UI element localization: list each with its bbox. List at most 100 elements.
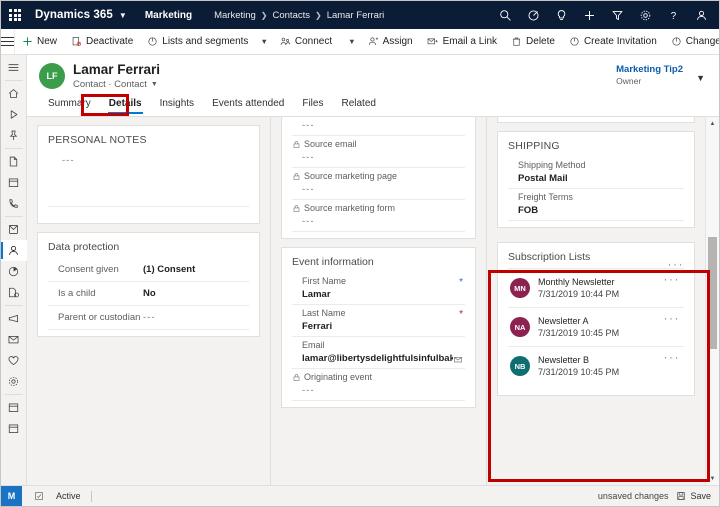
rail-forms-icon[interactable] bbox=[1, 282, 27, 303]
rail-activity-icon[interactable] bbox=[1, 219, 27, 240]
add-icon[interactable] bbox=[575, 1, 603, 29]
account-icon[interactable] bbox=[687, 1, 715, 29]
brand-chevron-down-icon[interactable]: ▼ bbox=[119, 11, 127, 20]
list-item[interactable]: NA Newsletter A 7/31/2019 10:45 PM ··· bbox=[508, 307, 684, 346]
tab-details[interactable]: Details bbox=[100, 94, 151, 116]
scroll-down-arrow-icon[interactable]: ▼ bbox=[706, 472, 719, 485]
list-item[interactable]: MN Monthly Newsletter 7/31/2019 10:44 PM… bbox=[508, 268, 684, 307]
change-password-label: Change Password bbox=[685, 36, 720, 47]
deactivate-button[interactable]: Deactivate bbox=[64, 29, 140, 54]
rail-recent-icon[interactable] bbox=[1, 104, 27, 125]
new-button-label: New bbox=[37, 36, 58, 47]
rail-events-icon[interactable] bbox=[1, 397, 27, 418]
list-item-overflow-button[interactable]: ··· bbox=[664, 273, 681, 285]
rail-hamburger-menu-icon[interactable] bbox=[1, 57, 27, 78]
settings-gear-icon[interactable] bbox=[631, 1, 659, 29]
rail-segments-icon[interactable] bbox=[1, 261, 27, 282]
rail-campaign-icon[interactable] bbox=[1, 308, 27, 329]
app-launcher-icon[interactable] bbox=[1, 1, 29, 29]
record-subtitle-chevron-down-icon[interactable]: ▼ bbox=[151, 81, 158, 88]
connect-button[interactable]: Connect bbox=[273, 29, 339, 54]
owner-name[interactable]: Marketing Tip2 bbox=[616, 64, 683, 75]
breadcrumb-item-current[interactable]: Lamar Ferrari bbox=[327, 10, 385, 21]
source-marketing-page-label-row: Source marketing page bbox=[292, 171, 465, 181]
status-refresh-icon[interactable] bbox=[34, 491, 44, 501]
breadcrumb-item-contacts[interactable]: Contacts bbox=[273, 10, 311, 21]
subscription-lists-overflow-button[interactable]: ··· bbox=[668, 258, 685, 270]
source-marketing-page-label: Source marketing page bbox=[304, 171, 398, 181]
field-first-name[interactable]: First Name * Lamar bbox=[292, 273, 465, 305]
field-source-email[interactable]: Source email --- bbox=[292, 136, 465, 168]
connect-chevron-down-icon[interactable]: ▼ bbox=[343, 37, 360, 46]
record-header: LF Lamar Ferrari Contact · Contact ▼ Mar… bbox=[27, 55, 719, 117]
record-subtitle-label: Contact · Contact bbox=[73, 79, 147, 90]
list-item-overflow-button[interactable]: ··· bbox=[664, 312, 681, 324]
rail-phone-icon[interactable] bbox=[1, 193, 27, 214]
field-last-name[interactable]: Last Name * Ferrari bbox=[292, 305, 465, 337]
assistant-icon[interactable] bbox=[519, 1, 547, 29]
rail-contacts-icon[interactable] bbox=[1, 240, 27, 261]
field-source-marketing-form[interactable]: Source marketing form --- bbox=[292, 200, 465, 232]
lists-and-segments-button[interactable]: Lists and segments bbox=[140, 29, 255, 54]
tab-events-attended[interactable]: Events attended bbox=[203, 94, 293, 116]
lists-and-segments-chevron-down-icon[interactable]: ▼ bbox=[255, 37, 272, 46]
owner-chevron-down-icon[interactable]: ▼ bbox=[696, 73, 705, 83]
field-source-marketing-page[interactable]: Source marketing page --- bbox=[292, 168, 465, 200]
lightbulb-icon[interactable] bbox=[547, 1, 575, 29]
trash-icon bbox=[512, 37, 521, 46]
tab-details-label: Details bbox=[108, 98, 142, 109]
app-name-label: Marketing bbox=[144, 9, 193, 21]
filter-icon[interactable] bbox=[603, 1, 631, 29]
is-a-child-label: Is a child bbox=[58, 288, 96, 299]
assign-button[interactable]: Assign bbox=[361, 29, 420, 54]
field-email[interactable]: Email lamar@libertysdelightfulsinfulbake… bbox=[292, 337, 465, 369]
rail-home-icon[interactable] bbox=[1, 83, 27, 104]
email-a-link-label: Email a Link bbox=[442, 36, 498, 47]
rail-lifecycle-icon[interactable] bbox=[1, 371, 27, 392]
breadcrumb-item-marketing[interactable]: Marketing bbox=[214, 10, 256, 21]
rail-email-icon[interactable] bbox=[1, 329, 27, 350]
scrollbar-thumb[interactable] bbox=[708, 237, 717, 349]
rail-favorites-heart-icon[interactable] bbox=[1, 350, 27, 371]
tab-related-label: Related bbox=[341, 98, 376, 109]
new-button[interactable]: New bbox=[15, 29, 64, 54]
save-button[interactable]: Save bbox=[676, 491, 711, 501]
field-parent-or-custodian[interactable]: Parent or custodian --- bbox=[48, 306, 249, 330]
site-map-toggle-icon[interactable] bbox=[1, 29, 15, 54]
content-vertical-scrollbar[interactable]: ▲ ▼ bbox=[705, 117, 719, 485]
field-source-top[interactable]: --- bbox=[292, 117, 465, 136]
field-consent-given[interactable]: Consent given (1) Consent bbox=[48, 258, 249, 282]
source-email-label: Source email bbox=[304, 139, 357, 149]
field-shipping-method[interactable]: Shipping Method Postal Mail bbox=[508, 157, 684, 189]
change-password-button[interactable]: Change Password bbox=[664, 29, 720, 54]
help-icon[interactable]: ? bbox=[659, 1, 687, 29]
data-protection-card: Data protection Consent given (1) Consen… bbox=[37, 232, 260, 337]
shipping-card: SHIPPING Shipping Method Postal Mail Fre… bbox=[497, 131, 695, 228]
create-invitation-button[interactable]: Create Invitation bbox=[562, 29, 664, 54]
connect-icon bbox=[280, 37, 291, 45]
tab-insights[interactable]: Insights bbox=[151, 94, 203, 116]
search-icon[interactable] bbox=[491, 1, 519, 29]
tab-summary[interactable]: Summary bbox=[39, 94, 100, 116]
scroll-up-arrow-icon[interactable]: ▲ bbox=[706, 117, 719, 130]
field-originating-event[interactable]: Originating event --- bbox=[292, 369, 465, 401]
list-item[interactable]: NB Newsletter B 7/31/2019 10:45 PM ··· bbox=[508, 346, 684, 385]
breadcrumb-chevron-icon: ❯ bbox=[260, 10, 268, 20]
source-marketing-form-label: Source marketing form bbox=[304, 203, 396, 213]
list-item-overflow-button[interactable]: ··· bbox=[664, 351, 681, 363]
rail-document-icon[interactable] bbox=[1, 151, 27, 172]
personal-notes-field[interactable]: --- bbox=[48, 151, 249, 217]
rail-calendar-icon[interactable] bbox=[1, 172, 27, 193]
delete-button[interactable]: Delete bbox=[504, 29, 562, 54]
field-freight-terms[interactable]: Freight Terms FOB bbox=[508, 189, 684, 221]
rail-pinned-icon[interactable] bbox=[1, 125, 27, 146]
field-is-a-child[interactable]: Is a child No bbox=[48, 282, 249, 306]
email-a-link-button[interactable]: Email a Link bbox=[420, 29, 504, 54]
app-badge[interactable]: M bbox=[1, 485, 22, 506]
email-label: Email bbox=[302, 340, 325, 350]
first-name-label: First Name bbox=[302, 276, 347, 286]
rail-sessions-icon[interactable] bbox=[1, 418, 27, 439]
shipping-method-value: Postal Mail bbox=[518, 173, 568, 184]
tab-related[interactable]: Related bbox=[332, 94, 384, 116]
tab-files[interactable]: Files bbox=[293, 94, 332, 116]
